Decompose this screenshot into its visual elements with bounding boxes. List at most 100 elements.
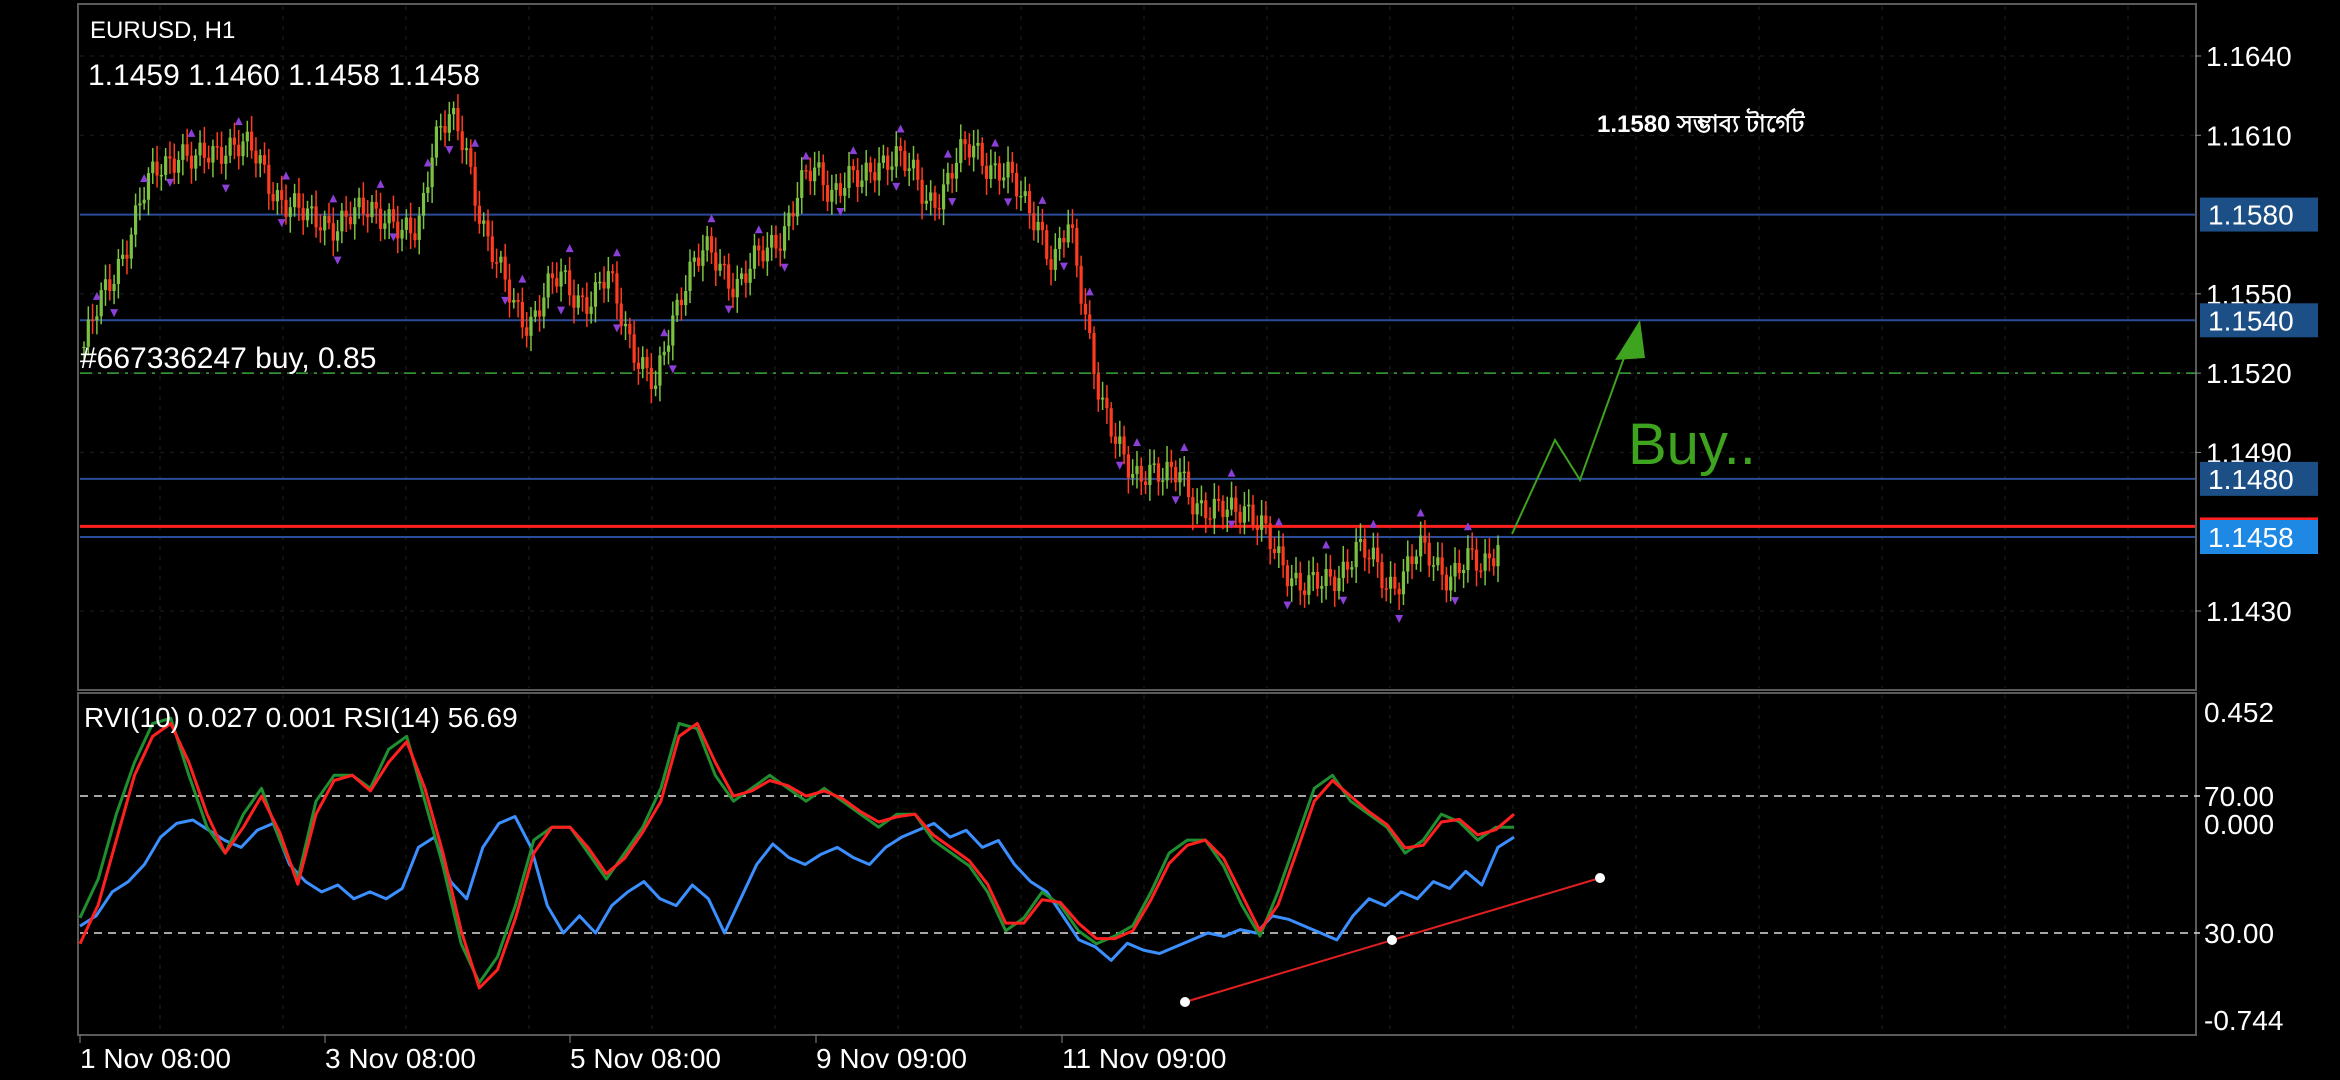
candle-body	[292, 193, 297, 208]
candle-body	[340, 210, 344, 232]
candle-body	[838, 183, 843, 196]
candle-body	[1320, 586, 1324, 589]
candle-body	[568, 270, 572, 296]
candle-body	[1186, 471, 1191, 498]
candle-body	[1457, 562, 1461, 574]
candle-body	[997, 163, 1002, 181]
candle-body	[692, 257, 696, 262]
candle-body	[1191, 497, 1195, 515]
candle-body	[1380, 562, 1384, 589]
candle-body	[731, 288, 735, 298]
candle-body	[1436, 557, 1440, 566]
candle-body	[250, 131, 254, 151]
current-price-label: 1.1458	[2208, 522, 2294, 553]
candle-body	[718, 263, 722, 271]
candle-body	[198, 142, 202, 156]
trendline-handle-start[interactable]	[1180, 997, 1190, 1007]
trendline-handle-mid[interactable]	[1387, 935, 1397, 945]
candle-body	[791, 212, 795, 217]
candle-body	[366, 214, 370, 218]
candle-body	[1337, 577, 1341, 592]
candle-body	[1260, 515, 1264, 530]
candle-body	[817, 162, 821, 168]
candle-body	[310, 206, 314, 209]
candle-body	[886, 155, 890, 170]
candle-body	[649, 367, 653, 389]
candle-body	[494, 262, 499, 264]
candle-body	[301, 207, 305, 221]
candle-body	[873, 172, 877, 181]
candle-body	[748, 268, 752, 283]
candle-body	[1105, 397, 1109, 409]
candle-body	[507, 279, 512, 303]
candle-body	[280, 190, 284, 200]
order-label[interactable]: #667336247 buy, 0.85	[80, 342, 376, 375]
indicator-tick-label: -0.744	[2204, 1005, 2283, 1036]
candle-body	[262, 155, 267, 165]
candle-body	[1470, 548, 1474, 550]
candle-body	[628, 323, 632, 335]
candle-body	[1492, 558, 1496, 567]
candle-body	[464, 148, 469, 151]
candle-body	[1135, 465, 1139, 475]
candle-body	[361, 197, 365, 215]
candle-body	[744, 273, 748, 283]
candle-body	[1075, 227, 1079, 266]
level-label: 1.1480	[2208, 464, 2294, 495]
candle-body	[709, 236, 714, 253]
candle-body	[1440, 557, 1444, 575]
candle-body	[735, 278, 739, 298]
candle-body	[426, 187, 430, 193]
candle-body	[1199, 500, 1204, 504]
candle-body	[456, 108, 460, 132]
candle-body	[546, 273, 550, 298]
candle-body	[490, 236, 494, 263]
candle-body	[512, 299, 516, 303]
candle-body	[963, 139, 967, 145]
candle-body	[129, 234, 133, 259]
candle-body	[116, 258, 120, 284]
trendline-handle-end[interactable]	[1595, 873, 1605, 883]
candle-body	[1139, 465, 1143, 482]
candle-body	[1165, 461, 1169, 481]
candle-body	[903, 150, 907, 171]
candle-body	[739, 273, 744, 279]
candle-body	[941, 184, 946, 210]
candle-body	[1251, 504, 1255, 526]
candle-body	[215, 146, 219, 148]
buy-text[interactable]: Buy..	[1628, 412, 1756, 477]
candle-body	[813, 167, 817, 182]
candle-body	[1195, 503, 1199, 515]
candle-body	[727, 264, 731, 289]
candle-body	[353, 207, 357, 225]
candle-body	[666, 345, 671, 352]
candle-body	[1058, 238, 1062, 249]
candle-body	[189, 155, 194, 169]
candle-body	[993, 163, 997, 166]
candle-body	[434, 126, 439, 158]
candle-body	[344, 210, 348, 217]
candle-body	[1109, 408, 1113, 437]
candle-body	[1414, 556, 1418, 565]
target-label[interactable]: 1.1580 সম্ভাব্য টার্গেট	[1597, 108, 1805, 138]
candle-body	[1174, 467, 1178, 483]
candle-body	[658, 355, 662, 386]
candle-body	[241, 141, 245, 157]
candle-body	[1264, 515, 1268, 524]
candle-body	[125, 254, 129, 259]
candle-body	[1328, 568, 1332, 577]
candle-body	[550, 273, 555, 279]
candle-body	[701, 250, 705, 266]
trading-chart[interactable]: EURUSD, H1 1.1459 1.1460 1.1458 1.1458 #…	[0, 0, 2340, 1080]
candle-body	[164, 156, 168, 175]
candle-body	[1079, 265, 1083, 304]
candle-body	[1285, 565, 1290, 587]
candle-body	[1088, 314, 1092, 334]
candle-body	[563, 270, 567, 272]
candle-body	[705, 236, 709, 251]
candle-body	[1345, 561, 1350, 570]
candle-body	[1324, 568, 1328, 587]
candle-body	[378, 208, 383, 229]
candle-body	[103, 279, 108, 291]
candle-body	[1311, 571, 1315, 576]
